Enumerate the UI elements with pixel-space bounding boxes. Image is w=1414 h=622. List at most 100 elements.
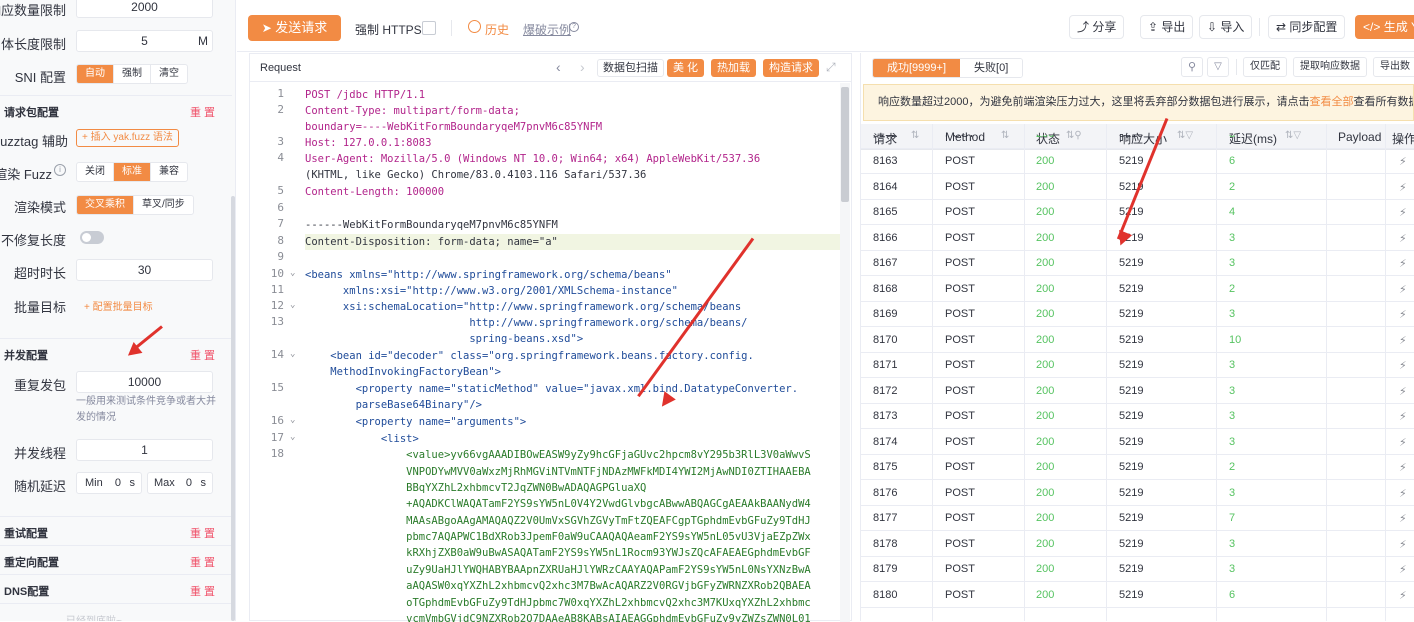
action-icon[interactable]: ⚡ xyxy=(1399,206,1407,219)
import-button[interactable]: ⇩ 导入 xyxy=(1199,15,1253,39)
help-icon[interactable]: ? xyxy=(569,22,579,32)
left-config-panel: 响应数量限制 2000 体长度限制 5 M SNI 配置 自动 强制 清空 请求… xyxy=(0,0,236,621)
table-row[interactable]: 8162 POST 200 5219 3 ⚡ xyxy=(861,135,1414,149)
beautify-button[interactable]: 美 化 xyxy=(667,59,705,77)
action-icon[interactable]: ⚡ xyxy=(1399,436,1407,449)
action-icon[interactable]: ⚡ xyxy=(1399,410,1407,423)
left-scrollbar[interactable] xyxy=(231,196,235,621)
share-button[interactable]: ⤴ 分享 xyxy=(1069,15,1125,39)
delay-cell: 2 xyxy=(1229,282,1236,295)
history-link[interactable]: 历史 xyxy=(485,21,509,38)
fold-chevron-icon[interactable]: ⌄ xyxy=(290,432,295,442)
chevron-left-icon[interactable]: ‹ xyxy=(556,59,561,75)
render-fuzz-off[interactable]: 关闭 xyxy=(77,163,114,181)
timeout-input[interactable]: 30 xyxy=(76,259,213,281)
history-icon[interactable] xyxy=(468,20,481,33)
table-row[interactable]: 8176 POST 200 5219 3 ⚡ xyxy=(861,481,1414,506)
body-length-input[interactable]: 5 M xyxy=(76,30,213,52)
render-fuzz-compat[interactable]: 兼容 xyxy=(151,163,187,181)
action-icon[interactable]: ⚡ xyxy=(1399,563,1407,576)
table-row[interactable]: 8179 POST 200 5219 3 ⚡ xyxy=(861,557,1414,582)
send-request-button[interactable]: ➤ 发送请求 xyxy=(248,15,341,41)
export-button[interactable]: ⇪ 导出 xyxy=(1140,15,1194,39)
action-icon[interactable]: ⚡ xyxy=(1399,512,1407,525)
hotload-button[interactable]: 热加载 xyxy=(711,59,756,77)
action-icon[interactable]: ⚡ xyxy=(1399,461,1407,474)
render-mode-cross[interactable]: 交叉乘积 xyxy=(77,196,134,214)
render-mode-segmented[interactable]: 交叉乘积 草叉/同步 xyxy=(76,195,194,215)
action-icon[interactable]: ⚡ xyxy=(1399,308,1407,321)
extract-button[interactable]: 提取响应数据 xyxy=(1293,57,1367,77)
insert-fuzz-button[interactable]: + 插入 yak.fuzz 语法 xyxy=(76,129,179,147)
table-row[interactable]: 8167 POST 200 5219 3 ⚡ xyxy=(861,251,1414,276)
table-row[interactable]: 8168 POST 200 5219 2 ⚡ xyxy=(861,277,1414,302)
action-icon[interactable]: ⚡ xyxy=(1399,232,1407,245)
table-row[interactable]: 8174 POST 200 5219 3 ⚡ xyxy=(861,430,1414,455)
table-row[interactable]: 8177 POST 200 5219 7 ⚡ xyxy=(861,506,1414,531)
dns-reset[interactable]: 重 置 xyxy=(190,583,215,599)
action-icon[interactable]: ⚡ xyxy=(1399,359,1407,372)
batch-target-link[interactable]: + 配置批量目标 xyxy=(84,298,153,313)
editor-scrollbar-thumb[interactable] xyxy=(841,87,849,202)
info-icon[interactable]: i xyxy=(54,164,66,176)
action-icon[interactable]: ⚡ xyxy=(1399,487,1407,500)
action-icon[interactable]: ⚡ xyxy=(1399,385,1407,398)
response-limit-input[interactable]: 2000 xyxy=(76,0,213,18)
render-mode-sync[interactable]: 草叉/同步 xyxy=(134,196,193,214)
repeat-input[interactable]: 10000 xyxy=(76,371,213,393)
search-icon[interactable]: ⚲ xyxy=(1181,57,1203,77)
table-row[interactable]: 8165 POST 200 5219 4 ⚡ xyxy=(861,200,1414,225)
fold-chevron-icon[interactable]: ⌄ xyxy=(290,415,295,425)
fold-chevron-icon[interactable]: ⌄ xyxy=(290,300,295,310)
table-row[interactable]: 8163 POST 200 5219 6 ⚡ xyxy=(861,149,1414,174)
action-icon[interactable]: ⚡ xyxy=(1399,135,1407,141)
fold-chevron-icon[interactable]: ⌄ xyxy=(290,349,295,359)
sni-option-force[interactable]: 强制 xyxy=(114,65,151,83)
force-https-checkbox[interactable] xyxy=(422,21,436,35)
delay-min-input[interactable]: Min 0 s xyxy=(76,472,142,494)
sni-segmented[interactable]: 自动 强制 清空 xyxy=(76,64,188,84)
table-row[interactable]: 8166 POST 200 5219 3 ⚡ xyxy=(861,226,1414,251)
fullscreen-icon[interactable]: ⤢ xyxy=(826,60,836,75)
table-row[interactable]: 8178 POST 200 5219 3 ⚡ xyxy=(861,532,1414,557)
fold-chevron-icon[interactable]: ⌄ xyxy=(290,268,295,278)
action-icon[interactable]: ⚡ xyxy=(1399,334,1407,347)
table-row[interactable]: 8180 POST 200 5219 6 ⚡ xyxy=(861,583,1414,608)
table-row[interactable]: 8173 POST 200 5219 3 ⚡ xyxy=(861,404,1414,429)
no-fix-length-toggle[interactable] xyxy=(80,231,104,244)
export-data-button[interactable]: 导出数 xyxy=(1373,57,1414,77)
generate-button[interactable]: </> 生成 Y xyxy=(1355,15,1414,39)
action-icon[interactable]: ⚡ xyxy=(1399,181,1407,194)
table-row[interactable]: 8169 POST 200 5219 3 ⚡ xyxy=(861,302,1414,327)
build-request-button[interactable]: 构造请求 xyxy=(763,59,819,77)
request-config-reset[interactable]: 重 置 xyxy=(190,104,215,120)
action-icon[interactable]: ⚡ xyxy=(1399,257,1407,270)
chevron-right-icon[interactable]: › xyxy=(580,59,585,75)
table-row[interactable]: 8172 POST 200 5219 3 ⚡ xyxy=(861,379,1414,404)
action-icon[interactable]: ⚡ xyxy=(1399,589,1407,602)
render-fuzz-standard[interactable]: 标准 xyxy=(114,163,151,181)
action-icon[interactable]: ⚡ xyxy=(1399,283,1407,296)
concurrency-reset[interactable]: 重 置 xyxy=(190,347,215,363)
filter-icon[interactable]: ▽ xyxy=(1207,57,1229,77)
table-row[interactable]: 8175 POST 200 5219 2 ⚡ xyxy=(861,455,1414,480)
threads-input[interactable]: 1 xyxy=(76,439,213,461)
code-editor[interactable]: 1 POST /jdbc HTTP/1.1 2 Content-Type: multi… xyxy=(250,83,840,622)
match-only-button[interactable]: 仅匹配 xyxy=(1243,57,1287,77)
action-icon[interactable]: ⚡ xyxy=(1399,155,1407,168)
sni-option-auto[interactable]: 自动 xyxy=(77,65,114,83)
view-all-link[interactable]: 查看全部 xyxy=(1309,96,1353,108)
sni-option-clear[interactable]: 清空 xyxy=(151,65,187,83)
scan-button[interactable]: 数据包扫描 xyxy=(597,59,664,77)
table-row[interactable]: 8171 POST 200 5219 3 ⚡ xyxy=(861,353,1414,378)
tab-fail[interactable]: 失败[0] xyxy=(960,59,1023,77)
tab-success[interactable]: 成功[9999+] xyxy=(873,59,961,77)
table-row[interactable]: 8170 POST 200 5219 10 ⚡ xyxy=(861,328,1414,353)
redirect-reset[interactable]: 重 置 xyxy=(190,554,215,570)
render-fuzz-segmented[interactable]: 关闭 标准 兼容 xyxy=(76,162,188,182)
sync-config-button[interactable]: ⇄ 同步配置 xyxy=(1268,15,1346,39)
delay-max-input[interactable]: Max 0 s xyxy=(147,472,213,494)
action-icon[interactable]: ⚡ xyxy=(1399,538,1407,551)
example-link[interactable]: 爆破示例 xyxy=(523,21,571,38)
retry-reset[interactable]: 重 置 xyxy=(190,525,215,541)
